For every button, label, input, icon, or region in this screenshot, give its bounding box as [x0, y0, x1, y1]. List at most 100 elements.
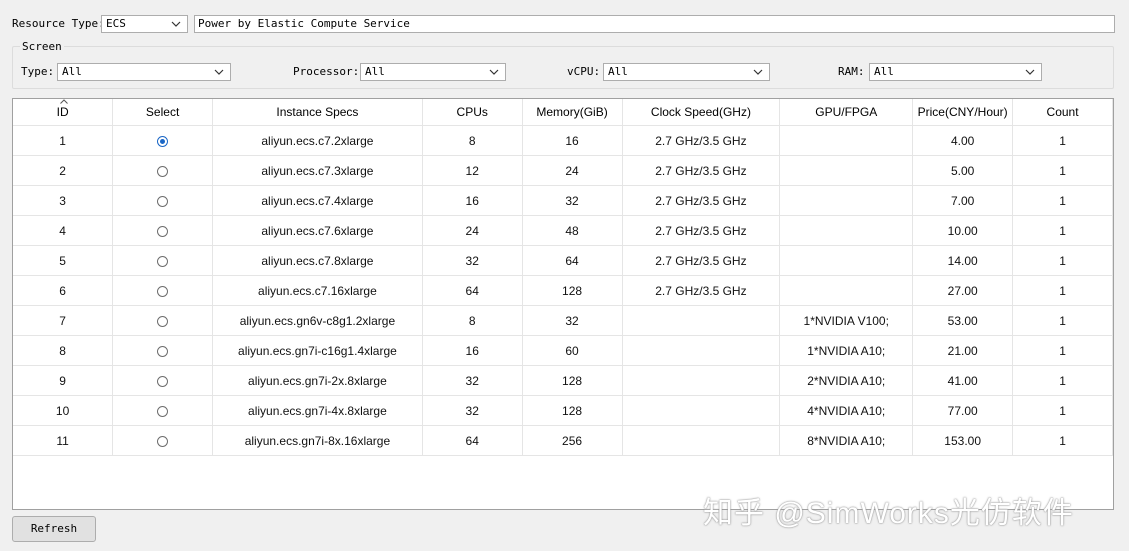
cell-id: 6: [13, 275, 114, 306]
processor-value: All: [365, 65, 385, 78]
cell-select[interactable]: [112, 305, 213, 336]
column-header-instance-specs[interactable]: Instance Specs: [212, 99, 423, 126]
cell-instance-specs: aliyun.ecs.gn6v-c8g1.2xlarge: [212, 305, 423, 336]
cell-select[interactable]: [112, 395, 213, 426]
select-radio[interactable]: [157, 165, 169, 177]
table-row[interactable]: 6 aliyun.ecs.c7.16xlarge 64 128 2.7 GHz/3.5 …: [13, 275, 1113, 306]
cell-instance-specs: aliyun.ecs.gn7i-c16g1.4xlarge: [212, 335, 423, 366]
cell-price: 14.00: [912, 245, 1014, 276]
cell-price: 4.00: [912, 125, 1014, 156]
cell-gpu-fpga: 1*NVIDIA A10;: [779, 335, 914, 366]
cell-select[interactable]: [112, 155, 213, 186]
select-radio[interactable]: [157, 135, 169, 147]
select-radio[interactable]: [157, 195, 169, 207]
cell-clock-speed: 2.7 GHz/3.5 GHz: [622, 125, 781, 156]
select-radio[interactable]: [157, 405, 169, 417]
description-field[interactable]: Power by Elastic Compute Service: [194, 15, 1115, 33]
table-header-row: ID Select Instance Specs CPUs Memory(GiB) Clo…: [13, 99, 1113, 126]
description-text: Power by Elastic Compute Service: [198, 17, 410, 30]
cell-select[interactable]: [112, 125, 213, 156]
table-row[interactable]: 7 aliyun.ecs.gn6v-c8g1.2xlarge 8 32 1*NVIDIA…: [13, 305, 1113, 336]
column-header-cpus[interactable]: CPUs: [422, 99, 523, 126]
refresh-button[interactable]: Refresh: [12, 516, 96, 542]
cell-count: 1: [1012, 275, 1113, 306]
cell-memory: 256: [522, 425, 623, 456]
cell-cpus: 24: [422, 215, 523, 246]
cell-clock-speed: [622, 365, 781, 396]
vcpu-select[interactable]: All: [603, 63, 770, 81]
cell-select[interactable]: [112, 425, 213, 456]
cell-select[interactable]: [112, 185, 213, 216]
cell-count: 1: [1012, 155, 1113, 186]
cell-id: 4: [13, 215, 114, 246]
cell-count: 1: [1012, 305, 1113, 336]
cell-cpus: 64: [422, 275, 523, 306]
cell-memory: 60: [522, 335, 623, 366]
select-radio[interactable]: [157, 315, 169, 327]
chevron-down-icon: [489, 69, 499, 75]
column-header-count[interactable]: Count: [1012, 99, 1113, 126]
processor-select[interactable]: All: [360, 63, 506, 81]
instance-grid: ID Select Instance Specs CPUs Memory(GiB) Clo…: [13, 99, 1113, 456]
column-header-select[interactable]: Select: [112, 99, 213, 126]
table-row[interactable]: 3 aliyun.ecs.c7.4xlarge 16 32 2.7 GHz/3.5 GH…: [13, 185, 1113, 216]
cell-count: 1: [1012, 395, 1113, 426]
ram-select[interactable]: All: [869, 63, 1042, 81]
select-radio[interactable]: [157, 285, 169, 297]
cell-id: 2: [13, 155, 114, 186]
table-row[interactable]: 11 aliyun.ecs.gn7i-8x.16xlarge 64 256 8*NVID…: [13, 425, 1113, 456]
type-value: All: [62, 65, 82, 78]
cell-select[interactable]: [112, 215, 213, 246]
cell-gpu-fpga: [779, 185, 914, 216]
cell-memory: 32: [522, 185, 623, 216]
cell-count: 1: [1012, 215, 1113, 246]
cell-instance-specs: aliyun.ecs.c7.6xlarge: [212, 215, 423, 246]
column-header-memory[interactable]: Memory(GiB): [522, 99, 623, 126]
type-select[interactable]: All: [57, 63, 231, 81]
cell-instance-specs: aliyun.ecs.gn7i-8x.16xlarge: [212, 425, 423, 456]
cell-memory: 24: [522, 155, 623, 186]
cell-id: 7: [13, 305, 114, 336]
sort-ascending-icon: [60, 99, 68, 104]
cell-id: 11: [13, 425, 114, 456]
cell-price: 41.00: [912, 365, 1014, 396]
table-row[interactable]: 5 aliyun.ecs.c7.8xlarge 32 64 2.7 GHz/3.5 GH…: [13, 245, 1113, 276]
select-radio[interactable]: [157, 375, 169, 387]
cell-clock-speed: 2.7 GHz/3.5 GHz: [622, 245, 781, 276]
select-radio[interactable]: [157, 345, 169, 357]
select-radio[interactable]: [157, 225, 169, 237]
table-row[interactable]: 10 aliyun.ecs.gn7i-4x.8xlarge 32 128 4*NVIDI…: [13, 395, 1113, 426]
cell-select[interactable]: [112, 365, 213, 396]
cell-memory: 64: [522, 245, 623, 276]
column-header-id[interactable]: ID: [13, 99, 114, 126]
vcpu-value: All: [608, 65, 628, 78]
cell-memory: 16: [522, 125, 623, 156]
table-row[interactable]: 8 aliyun.ecs.gn7i-c16g1.4xlarge 16 60 1*NVID…: [13, 335, 1113, 366]
column-header-clock-speed[interactable]: Clock Speed(GHz): [622, 99, 781, 126]
table-row[interactable]: 1 aliyun.ecs.c7.2xlarge 8 16 2.7 GHz/3.5 GHz…: [13, 125, 1113, 156]
cell-count: 1: [1012, 245, 1113, 276]
cell-count: 1: [1012, 185, 1113, 216]
cell-memory: 128: [522, 365, 623, 396]
cell-select[interactable]: [112, 275, 213, 306]
table-row[interactable]: 2 aliyun.ecs.c7.3xlarge 12 24 2.7 GHz/3.5 GH…: [13, 155, 1113, 186]
column-header-gpu-fpga[interactable]: GPU/FPGA: [779, 99, 914, 126]
cell-select[interactable]: [112, 245, 213, 276]
resource-type-select[interactable]: ECS: [101, 15, 188, 33]
instance-table[interactable]: ID Select Instance Specs CPUs Memory(GiB) Clo…: [12, 98, 1114, 510]
cell-select[interactable]: [112, 335, 213, 366]
cell-price: 7.00: [912, 185, 1014, 216]
column-header-price[interactable]: Price(CNY/Hour): [912, 99, 1014, 126]
cell-gpu-fpga: [779, 215, 914, 246]
cell-id: 9: [13, 365, 114, 396]
table-row[interactable]: 9 aliyun.ecs.gn7i-2x.8xlarge 32 128 2*NVIDIA…: [13, 365, 1113, 396]
cell-gpu-fpga: 4*NVIDIA A10;: [779, 395, 914, 426]
cell-memory: 128: [522, 275, 623, 306]
resource-type-label: Resource Type:: [12, 17, 105, 30]
cell-cpus: 32: [422, 395, 523, 426]
select-radio[interactable]: [157, 255, 169, 267]
select-radio[interactable]: [157, 435, 169, 447]
vcpu-label: vCPU:: [567, 65, 601, 78]
cell-memory: 128: [522, 395, 623, 426]
table-row[interactable]: 4 aliyun.ecs.c7.6xlarge 24 48 2.7 GHz/3.5 GH…: [13, 215, 1113, 246]
